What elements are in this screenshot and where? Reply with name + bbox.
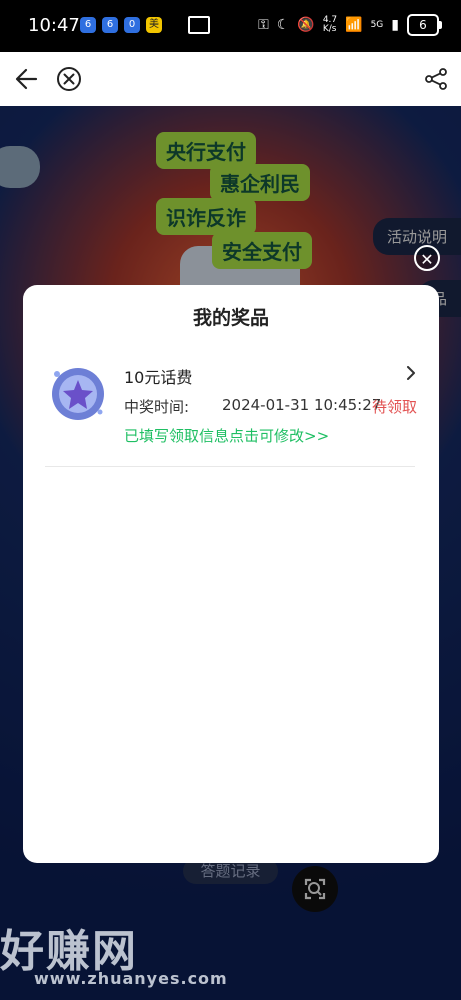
moon-icon: ☾ [276, 17, 290, 33]
status-time: 10:47 [28, 15, 80, 36]
banner-tag: 安全支付 [212, 232, 312, 269]
divider [45, 466, 415, 467]
prize-status: 待领取 [371, 398, 417, 416]
wifi-icon: 📶 [345, 17, 363, 33]
prize-item[interactable]: 10元话费 中奖时间: 2024-01-31 10:45:27 待领取 已填写领… [45, 360, 419, 470]
status-right: ⚿ ☾ 🔕 4.7 K/s 📶 5G ▮ 6 [258, 14, 442, 36]
back-arrow-icon[interactable] [14, 66, 40, 92]
mute-icon: 🔕 [297, 17, 315, 33]
modal-close-icon[interactable]: ✕ [414, 245, 440, 271]
prize-medal-icon [52, 368, 104, 420]
my-prizes-modal: 我的奖品 10元话费 中奖时间: 2024-01-31 10:45:27 待领取… [23, 285, 439, 863]
banner-tag: 识诈反诈 [156, 198, 256, 235]
battery-icon: 6 [407, 14, 442, 36]
notification-icons: 6 6 0 美 [80, 17, 162, 33]
key-icon: ⚿ [258, 17, 269, 33]
prize-name: 10元话费 [124, 368, 193, 387]
win-time-label: 中奖时间: [124, 398, 190, 416]
chevron-right-icon[interactable] [405, 366, 417, 380]
app-notification-icon: 6 [80, 17, 96, 33]
net-speed: 4.7 K/s [322, 15, 338, 34]
network-type: 5G [370, 20, 384, 30]
watermark-url: www.zhuanyes.com [34, 969, 228, 988]
top-navbar [0, 52, 461, 106]
scan-button[interactable] [292, 866, 338, 912]
signal-icon: ▮ [391, 17, 399, 33]
app-notification-icon: 6 [102, 17, 118, 33]
win-time-value: 2024-01-31 10:45:27 [222, 396, 382, 414]
close-circle-icon[interactable] [56, 66, 82, 92]
status-bar: 10:47 6 6 0 美 ⚿ ☾ 🔕 4.7 K/s 📶 5G ▮ 6 [0, 0, 461, 52]
modal-title: 我的奖品 [192, 307, 269, 329]
app-notification-icon: 0 [124, 17, 140, 33]
watermark: 好赚网 www.zhuanyes.com [0, 915, 227, 990]
share-icon[interactable] [423, 66, 449, 92]
scan-icon [304, 878, 326, 900]
meituan-icon: 美 [146, 17, 162, 33]
banner-tag: 惠企利民 [210, 164, 310, 201]
edit-claim-info-link[interactable]: 已填写领取信息点击可修改>> [124, 425, 329, 446]
cast-icon [188, 16, 210, 34]
floating-badge [0, 146, 40, 188]
